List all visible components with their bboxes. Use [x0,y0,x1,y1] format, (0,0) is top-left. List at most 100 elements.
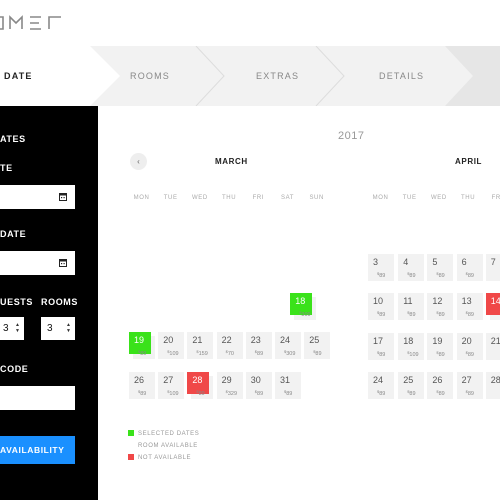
calendar-day[interactable]: 20 $89 [456,333,483,360]
day-number: 24 [373,375,384,385]
guests-label: UESTS [0,297,34,307]
weekday-label: THU [461,195,476,201]
prev-month-button[interactable]: ‹ [130,153,147,170]
calendar-day[interactable]: 4 $89 [398,254,425,281]
day-number: 22 [221,335,232,345]
calendar-day[interactable]: 18 $109 [398,333,425,360]
calendar-day[interactable]: 12 $89 [427,293,454,320]
promo-code-input[interactable] [0,386,75,410]
legend-label: NOT AVAILABLE [138,455,192,461]
calendar-day[interactable]: 5 $89 [427,254,454,281]
day-price: $89 [138,389,147,397]
day-price: $109 [167,389,179,397]
calendar-day[interactable]: 27 $109 [158,372,185,399]
day-number: 28 [490,375,500,385]
spinner-icon: ▲ ▼ [15,322,20,334]
day-price: $89 [436,389,445,397]
month-title-march: MARCH [215,157,248,166]
calendar-day[interactable]: 24 $309 [275,332,301,359]
legend-label: ROOM AVAILABLE [138,443,198,449]
day-number: 18 [295,296,306,306]
calendar-day[interactable]: 21 $159 [187,332,214,359]
check-availability-button[interactable]: AVAILABILITY [0,436,75,464]
calendar-day[interactable]: 22 $70 [216,332,243,359]
calendar-year: 2017 [338,130,365,142]
day-price: $89 [465,271,474,279]
day-price: $89 [377,389,386,397]
day-number: 21 [490,336,500,346]
day-price: $89 [436,271,445,279]
sidebar-heading: ATES [0,134,26,144]
day-number: 18 [403,336,414,346]
calendar-day[interactable]: 29 $329 [216,372,243,399]
day-number: 25 [309,335,320,345]
day-number: 11 [403,296,413,306]
day-price: $89 [407,310,416,318]
weekday-label: SUN [309,195,324,201]
legend-swatch [128,442,134,448]
step-rooms[interactable]: ROOMS [130,46,170,106]
checkin-date-input[interactable] [0,185,75,209]
calendar-day[interactable]: 21 [485,333,500,360]
calendar-day[interactable]: 11 $89 [398,293,425,320]
guests-stepper[interactable]: 3 ▲ ▼ [0,317,24,340]
calendar-day[interactable]: 19 $89 [427,333,454,360]
logo-mark [0,15,61,30]
day-number: 24 [280,335,291,345]
day-number: 10 [373,296,384,306]
step-details[interactable]: DETAILS [379,46,424,106]
calendar-day[interactable]: 18 $309 [290,293,317,320]
day-number: 30 [250,375,261,385]
legend-label: SELECTED DATES [138,431,200,437]
day-number: 13 [461,296,472,306]
calendar-day[interactable]: 6 $89 [456,254,483,281]
weekday-label: MON [133,195,150,201]
weekday-label: WED [430,195,447,201]
day-number: 12 [432,296,443,306]
checkout-date-input[interactable] [0,251,75,275]
rooms-stepper[interactable]: 3 ▲ ▼ [41,317,75,340]
day-price: $89 [436,310,445,318]
day-number: 19 [134,335,145,345]
promo-label: CODE [0,364,29,374]
calendar-day[interactable]: 3 $89 [368,254,394,281]
day-number: 21 [192,335,203,345]
brand-logo[interactable] [0,14,70,32]
calendar-day[interactable]: 26 $89 [129,372,155,399]
weekday-label: TUE [163,195,178,201]
calendar-day[interactable]: 23 $89 [245,332,272,359]
calendar-day[interactable]: 13 $89 [456,293,483,320]
day-number: 23 [250,335,261,345]
day-price: $89 [465,389,474,397]
calendar-day[interactable]: 20 $109 [158,332,185,359]
calendar-day[interactable]: 28 [485,372,500,399]
day-number: 27 [163,375,174,385]
calendar-day[interactable]: 17 $89 [368,333,394,360]
legend-swatch [128,454,134,460]
calendar-icon [59,259,67,267]
calendar-day[interactable]: 27 $89 [456,372,483,399]
calendar-day[interactable]: 25 $89 [398,372,425,399]
calendar-day[interactable]: 31 $89 [275,372,301,399]
calendar-day[interactable]: 26 $89 [427,372,454,399]
calendar-icon [59,193,67,201]
legend-unavailable: NOT AVAILABLE [128,454,191,461]
calendar-day[interactable]: 10 $89 [368,293,394,320]
day-price: $159 [196,349,208,357]
legend-selected: SELECTED DATES [128,430,199,437]
calendar-day: 14 [485,293,500,320]
calendar-day[interactable]: 19 $89 [129,332,155,359]
step-date[interactable]: DATE [4,46,33,106]
calendar-day[interactable]: 24 $89 [368,372,394,399]
day-price: $109 [407,350,419,358]
calendar-day[interactable]: 25 $89 [304,332,331,359]
calendar-day[interactable]: 30 $89 [245,372,272,399]
day-price: $89 [138,349,147,357]
spinner-icon: ▲ ▼ [66,322,71,334]
day-number: 31 [280,375,291,385]
legend-swatch [128,430,134,436]
rooms-label: ROOMS [41,297,79,307]
calendar-day[interactable]: 7 [485,254,500,281]
step-extras[interactable]: EXTRAS [256,46,299,106]
day-price: $89 [196,389,205,397]
